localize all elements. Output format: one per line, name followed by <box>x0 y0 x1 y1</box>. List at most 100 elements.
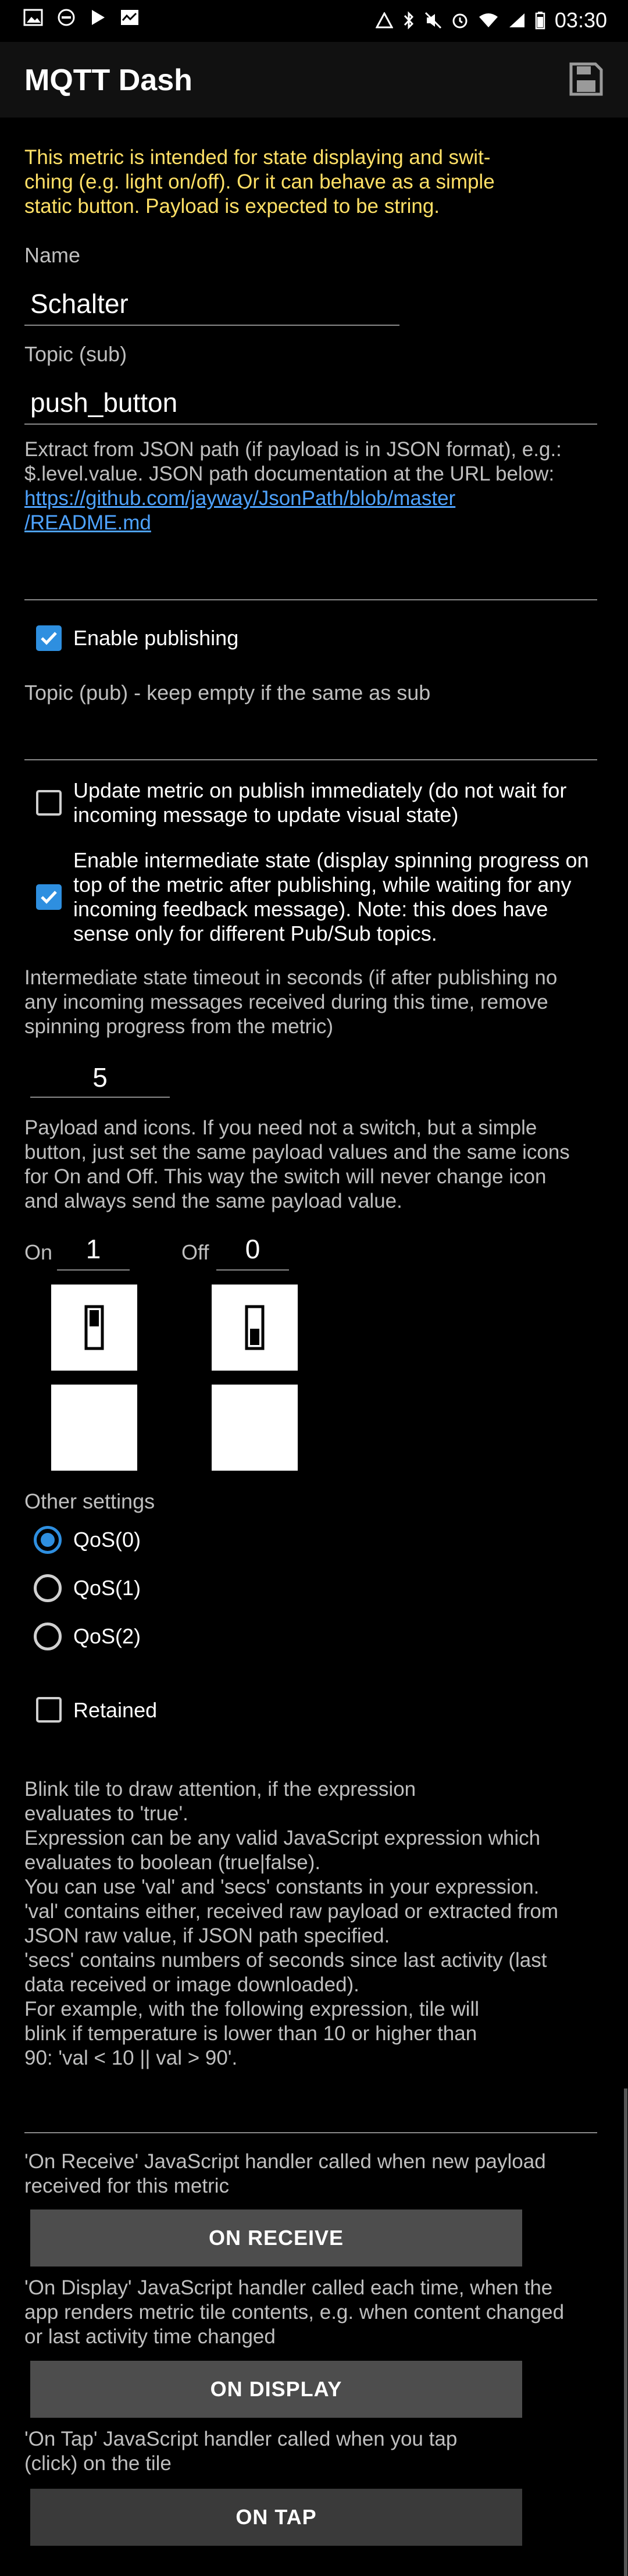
qos0-radio[interactable] <box>34 1526 62 1554</box>
switch-off-icon <box>245 1305 265 1350</box>
help-line: 'val' contains either, received raw payl… <box>24 1900 558 1923</box>
help-line: 'On Display' JavaScript handler called e… <box>24 2276 553 2299</box>
enable-publishing-label: Enable publishing <box>73 626 239 650</box>
save-button[interactable] <box>569 62 604 97</box>
intro-line: This metric is intended for state displa… <box>24 146 491 169</box>
intro-line: static button. Payload is expected to be… <box>24 195 440 218</box>
topic-pub-underline <box>24 759 597 760</box>
help-line: received for this metric <box>24 2175 230 2197</box>
on-receive-help: 'On Receive' JavaScript handler called w… <box>24 2150 546 2198</box>
help-line: Extract from JSON path (if payload is in… <box>24 438 562 461</box>
bluetooth-icon <box>404 11 413 30</box>
name-field-underline <box>24 325 399 326</box>
topic-sub-label: Topic (sub) <box>24 342 127 366</box>
json-path-field[interactable] <box>30 558 594 588</box>
label-line: incoming feedback message). Note: this d… <box>73 897 548 921</box>
help-line: (click) on the tile <box>24 2452 172 2475</box>
help-line: JSON raw value, if JSON path specified. <box>24 1924 390 1947</box>
on-label: On <box>24 1240 53 1264</box>
topic-pub-label: Topic (pub) - keep empty if the same as … <box>24 681 431 705</box>
check-icon <box>41 632 57 645</box>
blink-expression-field[interactable] <box>30 2088 594 2118</box>
help-line: or last activity time changed <box>24 2325 276 2348</box>
app-bar: MQTT Dash <box>0 42 628 118</box>
enable-publishing-checkbox[interactable] <box>36 625 62 651</box>
json-path-help: Extract from JSON path (if payload is in… <box>24 437 562 535</box>
topic-pub-field[interactable] <box>30 718 594 748</box>
battery-icon <box>535 12 545 30</box>
activity-icon <box>121 10 138 25</box>
label-line: sense only for different Pub/Sub topics. <box>73 921 437 945</box>
jsonpath-doc-link[interactable]: https://github.com/jayway/JsonPath/blob/… <box>24 486 562 511</box>
on-icon-picker[interactable] <box>51 1285 137 1371</box>
help-line: Blink tile to draw attention, if the exp… <box>24 1778 416 1801</box>
help-line: evaluates to boolean (true|false). <box>24 1851 321 1874</box>
help-line: For example, with the following expressi… <box>24 1998 479 2020</box>
label-line: Enable intermediate state (display spinn… <box>73 848 589 872</box>
on-tap-help: 'On Tap' JavaScript handler called when … <box>24 2427 457 2476</box>
help-line: Expression can be any valid JavaScript e… <box>24 1827 541 1849</box>
retained-label: Retained <box>73 1698 158 1722</box>
timeout-underline <box>30 1097 170 1098</box>
app-title: MQTT Dash <box>24 63 192 97</box>
timeout-field[interactable]: 5 <box>30 1062 170 1093</box>
help-line: spinning progress from the metric) <box>24 1015 334 1038</box>
jsonpath-doc-link-cont[interactable]: /README.md <box>24 511 562 535</box>
status-bar: 03:30 <box>0 0 628 42</box>
alarm-icon <box>452 13 468 29</box>
image-icon <box>23 9 43 26</box>
switch-on-icon <box>84 1305 104 1350</box>
intro-text: This metric is intended for state displa… <box>24 145 495 219</box>
help-line: You can use 'val' and 'secs' constants i… <box>24 1876 540 1898</box>
scrollbar[interactable] <box>624 2088 627 2576</box>
on-display-button[interactable]: ON DISPLAY <box>30 2361 522 2418</box>
check-icon <box>41 891 57 904</box>
on-payload-field[interactable]: 1 <box>57 1233 130 1265</box>
help-line: 'secs' contains numbers of seconds since… <box>24 1949 547 1972</box>
payload-help: Payload and icons. If you need not a swi… <box>24 1116 570 1214</box>
intro-line: ching (e.g. light on/off). Or it can beh… <box>24 170 495 193</box>
help-line: data received or image downloaded). <box>24 1973 359 1996</box>
other-settings-label: Other settings <box>24 1489 155 1513</box>
qos2-label: QoS(2) <box>73 1624 141 1648</box>
intermediate-state-checkbox[interactable] <box>36 884 62 910</box>
on-display-help: 'On Display' JavaScript handler called e… <box>24 2276 564 2349</box>
play-icon <box>92 10 105 25</box>
label-line: incoming message to update visual state) <box>73 803 459 827</box>
json-path-underline <box>24 599 597 600</box>
mute-icon <box>424 12 441 29</box>
on-tap-button[interactable]: ON TAP <box>30 2489 522 2546</box>
qos0-label: QoS(0) <box>73 1528 141 1552</box>
off-payload-field[interactable]: 0 <box>216 1233 289 1265</box>
help-line: 'On Tap' JavaScript handler called when … <box>24 2428 458 2450</box>
help-line: $.level.value. JSON path documentation a… <box>24 462 555 485</box>
topic-sub-underline <box>24 424 597 425</box>
off-label: Off <box>181 1240 209 1264</box>
qos2-radio[interactable] <box>34 1623 62 1650</box>
blink-help: Blink tile to draw attention, if the exp… <box>24 1777 558 2070</box>
warning-icon <box>375 12 393 29</box>
name-field[interactable]: Schalter <box>30 288 129 319</box>
on-icon-secondary-picker[interactable] <box>51 1385 137 1471</box>
do-not-disturb-icon <box>58 9 75 26</box>
topic-sub-field[interactable]: push_button <box>30 387 177 418</box>
help-line: evaluates to 'true'. <box>24 1802 188 1825</box>
off-icon-picker[interactable] <box>212 1285 298 1371</box>
save-icon <box>569 62 603 96</box>
update-immediately-label: Update metric on publish immediately (do… <box>73 778 566 827</box>
help-line: and always send the same payload value. <box>24 1190 402 1212</box>
wifi-icon <box>479 13 498 27</box>
notification-icons <box>23 8 140 27</box>
off-icon-secondary-picker[interactable] <box>212 1385 298 1471</box>
on-receive-button[interactable]: ON RECEIVE <box>30 2209 522 2267</box>
update-immediately-checkbox[interactable] <box>36 790 62 816</box>
blink-expression-underline <box>24 2132 597 2133</box>
signal-icon <box>509 13 524 27</box>
on-payload-underline <box>57 1269 130 1271</box>
system-icons: 03:30 <box>375 8 607 33</box>
retained-checkbox[interactable] <box>36 1697 62 1723</box>
help-line: app renders metric tile contents, e.g. w… <box>24 2301 565 2324</box>
qos1-radio[interactable] <box>34 1574 62 1602</box>
clock: 03:30 <box>554 8 607 32</box>
help-line: Payload and icons. If you need not a swi… <box>24 1116 537 1139</box>
